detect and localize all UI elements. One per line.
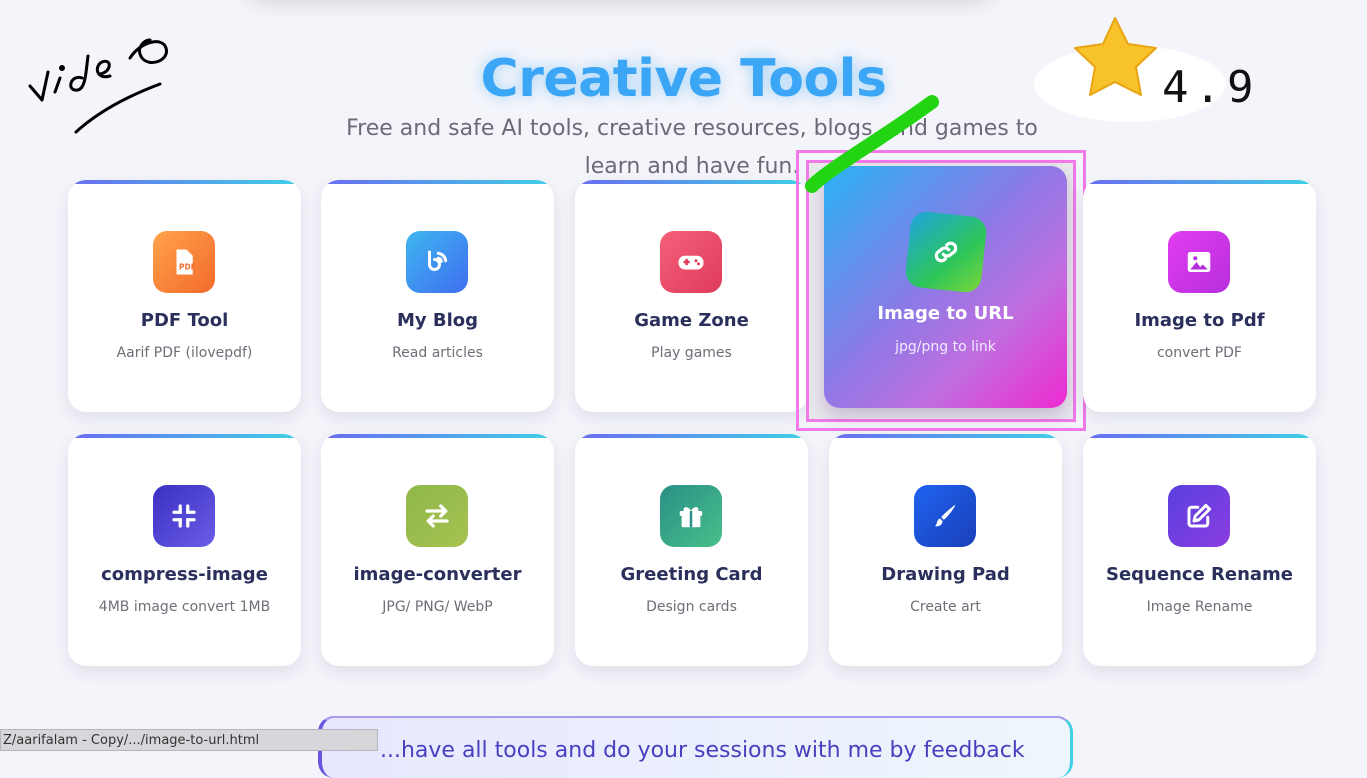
tool-description: Play games <box>651 345 732 361</box>
tool-card-sequence-rename[interactable]: Sequence Rename Image Rename <box>1083 434 1316 666</box>
tool-card-pdf-tool[interactable]: PDF PDF Tool Aarif PDF (ilovepdf) <box>68 180 301 412</box>
pdf-file-icon: PDF <box>153 231 215 293</box>
tool-description: Read articles <box>392 345 483 361</box>
svg-text:PDF: PDF <box>179 263 196 272</box>
tool-card-image-converter[interactable]: image-converter JPG/ PNG/ WebP <box>321 434 554 666</box>
blog-icon <box>406 231 468 293</box>
tool-description: convert PDF <box>1156 345 1242 361</box>
tool-description: 4MB image convert 1MB <box>98 599 271 615</box>
tool-card-game-zone[interactable]: Game Zone Play games <box>575 180 808 412</box>
tool-card-compress-image[interactable]: compress-image 4MB image convert 1MB <box>68 434 301 666</box>
tool-card-my-blog[interactable]: My Blog Read articles <box>321 180 554 412</box>
tool-name: Greeting Card <box>620 564 763 585</box>
tool-card-image-to-url[interactable]: Image to URL jpg/png to link <box>824 166 1067 408</box>
tool-name: My Blog <box>396 310 479 331</box>
tool-name: Image to URL <box>877 303 1014 324</box>
tool-description: Design cards <box>646 599 737 615</box>
paintbrush-icon <box>914 485 976 547</box>
gamepad-icon <box>660 231 722 293</box>
gift-icon <box>660 485 722 547</box>
tool-description: JPG/ PNG/ WebP <box>382 599 493 615</box>
tool-card-image-to-pdf[interactable]: Image to Pdf convert PDF <box>1083 180 1316 412</box>
tool-name: compress-image <box>101 564 268 585</box>
compress-icon <box>153 485 215 547</box>
image-icon <box>1168 231 1230 293</box>
swap-arrows-icon <box>406 485 468 547</box>
tool-name: Sequence Rename <box>1105 564 1294 585</box>
link-icon <box>904 210 988 294</box>
tool-description: jpg/png to link <box>895 339 996 355</box>
tool-card-drawing-pad[interactable]: Drawing Pad Create art <box>829 434 1062 666</box>
tool-card-greeting-card[interactable]: Greeting Card Design cards <box>575 434 808 666</box>
tool-description: Create art <box>910 599 981 615</box>
rating-value: 4.9 <box>1162 62 1260 113</box>
tool-name: image-converter <box>353 564 522 585</box>
tool-name: PDF Tool <box>140 310 229 331</box>
edit-icon <box>1168 485 1230 547</box>
tool-name: Image to Pdf <box>1134 310 1265 331</box>
tool-description: Aarif PDF (ilovepdf) <box>116 345 253 361</box>
tool-name: Game Zone <box>634 310 749 331</box>
browser-status-url: Z/aarifalam - Copy/.../image-to-url.html <box>0 729 378 751</box>
tool-description: Image Rename <box>1146 599 1253 615</box>
tool-name: Drawing Pad <box>881 564 1010 585</box>
